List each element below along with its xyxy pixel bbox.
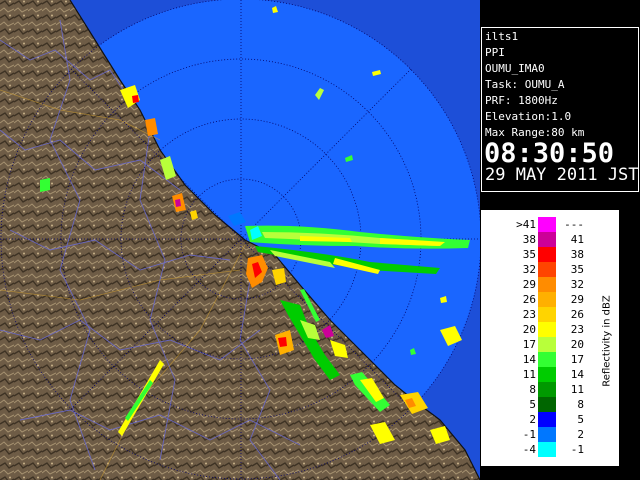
legend-color-swatch	[538, 262, 556, 277]
legend-color-swatch	[538, 337, 556, 352]
legend-high-label: 17	[570, 353, 584, 366]
legend-high-label: 23	[570, 323, 584, 336]
legend-low-label: -1	[522, 428, 536, 441]
legend-high-label: 41	[570, 233, 584, 246]
legend-high-label: 29	[570, 293, 584, 306]
reflectivity-legend: >41 --- 38 41 35 38 32 35 29 32 26 29 23 26 20 23 17 20 14…	[481, 210, 619, 466]
legend-low-label: 26	[522, 293, 536, 306]
radar-display: ilts1 PPI OUMU_IMA0 Task: OUMU_A PRF: 18…	[0, 0, 640, 480]
legend-low-label: 17	[522, 338, 536, 351]
legend-color-swatch	[538, 247, 556, 262]
legend-high-label: 35	[570, 263, 584, 276]
legend-low-label: 2	[529, 413, 536, 426]
legend-high-label: 26	[570, 308, 584, 321]
legend-color-swatch	[538, 367, 556, 382]
legend-color-swatch	[538, 397, 556, 412]
legend-high-label: 11	[570, 383, 584, 396]
legend-low-label: >41	[516, 218, 536, 231]
legend-color-swatch	[538, 382, 556, 397]
legend-high-label: 14	[570, 368, 584, 381]
legend-low-label: 32	[522, 263, 536, 276]
legend-high-label: 38	[570, 248, 584, 261]
legend-low-label: 14	[522, 353, 536, 366]
site-name: ilts1	[485, 30, 519, 43]
legend-color-swatch	[538, 442, 556, 457]
prf-value: PRF: 1800Hz	[485, 94, 558, 107]
legend-low-label: 29	[522, 278, 536, 291]
legend-high-label: 32	[570, 278, 584, 291]
legend-low-label: 5	[529, 398, 536, 411]
legend-color-swatch	[538, 292, 556, 307]
legend-unit-label: Reflectivity in dBZ	[600, 241, 614, 441]
legend-color-swatch	[538, 322, 556, 337]
legend-low-label: -4	[522, 443, 536, 456]
legend-high-label: 8	[577, 398, 584, 411]
legend-low-label: 8	[529, 383, 536, 396]
legend-unit-text: Reflectivity in dBZ	[601, 295, 613, 387]
legend-color-swatch	[538, 232, 556, 247]
legend-color-swatch	[538, 352, 556, 367]
legend-low-label: 38	[522, 233, 536, 246]
radar-ppi-image	[0, 0, 480, 480]
legend-high-label: 20	[570, 338, 584, 351]
legend-high-label: 5	[577, 413, 584, 426]
legend-low-label: 20	[522, 323, 536, 336]
legend-low-label: 35	[522, 248, 536, 261]
legend-color-swatch	[538, 277, 556, 292]
scan-info-panel: ilts1 PPI OUMU_IMA0 Task: OUMU_A PRF: 18…	[481, 27, 639, 192]
task-name: Task: OUMU_A	[485, 78, 565, 91]
product-name: OUMU_IMA0	[485, 62, 545, 75]
legend-high-label: ---	[564, 218, 584, 231]
radar-map[interactable]	[0, 0, 480, 480]
legend-low-label: 23	[522, 308, 536, 321]
legend-color-swatch	[538, 412, 556, 427]
legend-high-label: 2	[577, 428, 584, 441]
scan-type: PPI	[485, 46, 505, 59]
legend-high-label: -1	[570, 443, 584, 456]
legend-color-swatch	[538, 427, 556, 442]
legend-color-swatch	[538, 307, 556, 322]
legend-color-swatch	[538, 217, 556, 232]
elevation-value: Elevation:1.0	[485, 110, 572, 123]
scan-date: 29 MAY 2011 JST	[485, 165, 639, 185]
legend-low-label: 11	[522, 368, 536, 381]
